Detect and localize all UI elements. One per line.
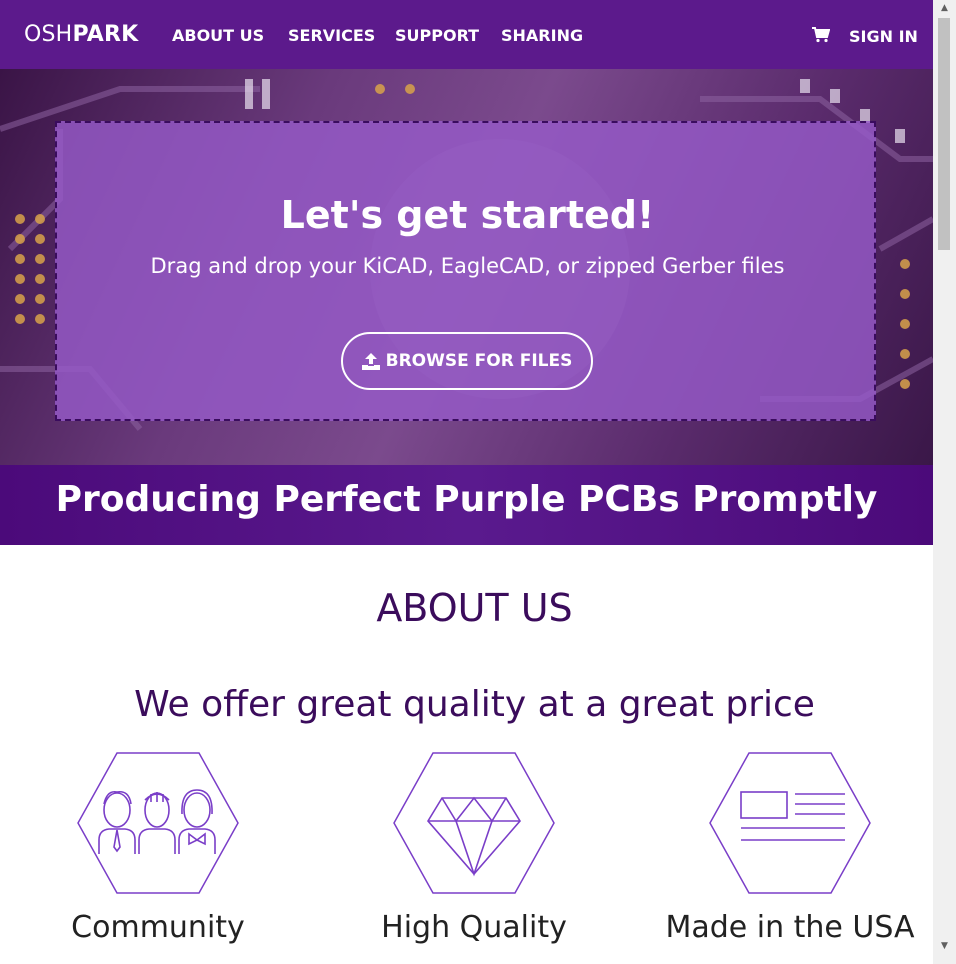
shopping-cart-icon[interactable] bbox=[812, 27, 830, 43]
scroll-down-arrow-icon[interactable]: ▼ bbox=[933, 938, 956, 955]
upload-icon bbox=[361, 352, 380, 370]
browse-files-label: BROWSE FOR FILES bbox=[385, 351, 573, 371]
top-navbar: OSHPARK ABOUT US SERVICES SUPPORT SHARIN… bbox=[0, 0, 933, 69]
nav-link-about-us[interactable]: ABOUT US bbox=[172, 26, 264, 45]
feature-label-high-quality: High Quality bbox=[381, 910, 567, 945]
nav-link-services[interactable]: SERVICES bbox=[288, 26, 375, 45]
feature-label-community: Community bbox=[71, 910, 245, 945]
logo-thin-text: OSH bbox=[24, 22, 73, 47]
file-drop-zone[interactable]: Let's get started! Drag and drop your Ki… bbox=[55, 121, 876, 421]
oshpark-logo[interactable]: OSHPARK bbox=[24, 22, 138, 47]
usa-flag-icon bbox=[709, 752, 871, 894]
page: OSHPARK ABOUT US SERVICES SUPPORT SHARIN… bbox=[0, 0, 933, 964]
nav-link-sharing[interactable]: SHARING bbox=[501, 26, 583, 45]
tagline-banner: Producing Perfect Purple PCBs Promptly bbox=[0, 465, 933, 545]
hero-banner: Let's get started! Drag and drop your Ki… bbox=[0, 69, 933, 465]
drop-zone-subtitle: Drag and drop your KiCAD, EagleCAD, or z… bbox=[150, 254, 785, 278]
community-people-icon bbox=[77, 752, 239, 894]
about-us-heading: ABOUT US bbox=[376, 586, 573, 630]
diamond-icon bbox=[393, 752, 555, 894]
scrollbar-thumb[interactable] bbox=[938, 18, 950, 250]
about-us-subheading: We offer great quality at a great price bbox=[134, 684, 815, 725]
vertical-scrollbar[interactable]: ▲ ▼ bbox=[933, 0, 956, 964]
drop-zone-title: Let's get started! bbox=[280, 193, 655, 237]
browse-files-button[interactable]: BROWSE FOR FILES bbox=[341, 332, 593, 390]
sign-in-link[interactable]: SIGN IN bbox=[849, 27, 918, 46]
feature-label-made-in-usa: Made in the USA bbox=[665, 910, 915, 945]
scroll-up-arrow-icon[interactable]: ▲ bbox=[933, 0, 956, 17]
nav-link-support[interactable]: SUPPORT bbox=[395, 26, 479, 45]
tagline-text: Producing Perfect Purple PCBs Promptly bbox=[55, 479, 878, 520]
logo-bold-text: PARK bbox=[72, 22, 139, 47]
